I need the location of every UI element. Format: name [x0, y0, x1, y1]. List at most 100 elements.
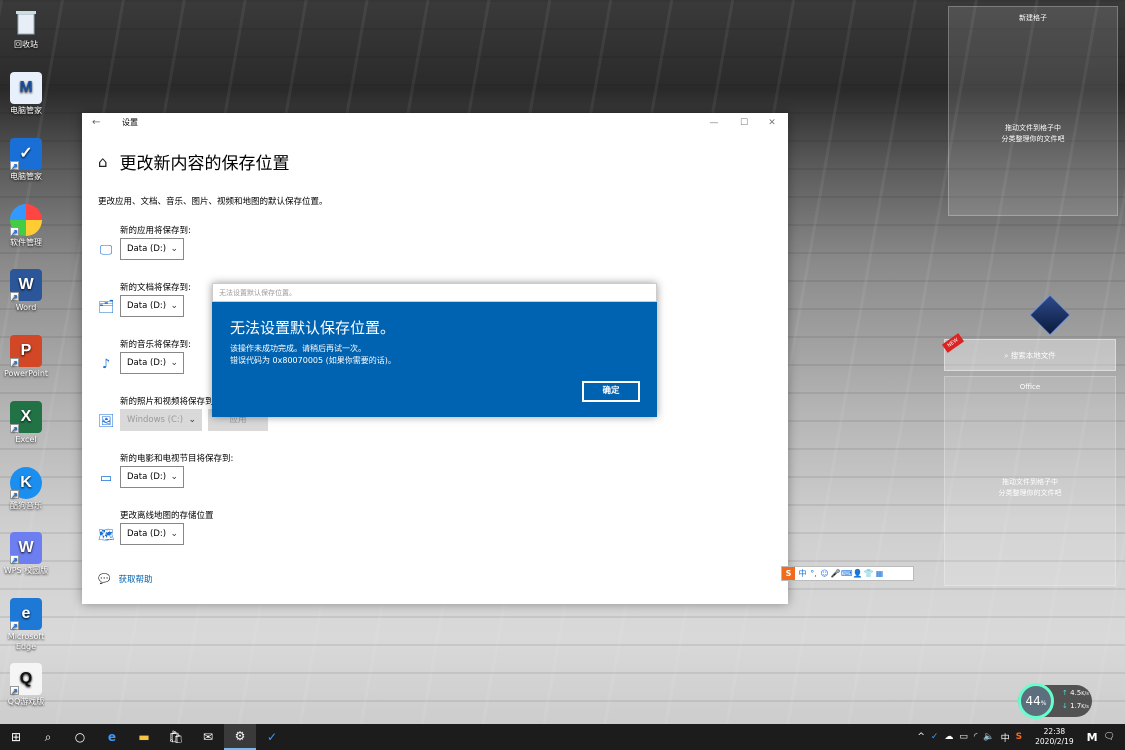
desktop-icon-qq[interactable]: Q ↗ QQ游戏版	[2, 663, 50, 707]
section-label: 新的文档将保存到:	[120, 283, 191, 293]
ok-button[interactable]: 确定	[582, 381, 640, 402]
dropdown-value: Data (D:)	[127, 358, 167, 368]
search-icon: ⌕	[44, 729, 52, 744]
keyboard-icon[interactable]: ⌨	[841, 569, 853, 578]
word-icon: W ↗	[10, 269, 42, 302]
shortcut-arrow-icon: ↗	[10, 358, 19, 368]
cloud-icon[interactable]: ☁	[944, 732, 953, 742]
download-value: 1.7	[1070, 702, 1082, 710]
battery-icon[interactable]: ▭	[959, 732, 968, 742]
close-button[interactable]: ✕	[758, 113, 786, 133]
photos-drive-dropdown[interactable]: Windows (C:) ⌄	[120, 409, 202, 431]
kugou-icon: K ↗	[10, 467, 42, 500]
toolbox-icon[interactable]: ▦	[874, 569, 885, 578]
taskbar-store[interactable]: 🛍	[160, 724, 192, 750]
cortana-circle-icon: ○	[74, 730, 86, 744]
app-manager-icon: ↗	[10, 204, 42, 237]
punctuation-icon[interactable]: °,	[808, 569, 819, 578]
desktop-icon-wps[interactable]: W ↗ WPS 校园版	[2, 532, 50, 576]
minimize-button[interactable]: —	[700, 113, 728, 133]
dialog-heading: 无法设置默认保存位置。	[230, 319, 396, 337]
desktop-icon-app-manager[interactable]: ↗ 软件管理	[2, 204, 50, 248]
mail-icon: ✉	[202, 730, 214, 744]
shortcut-arrow-icon: ↗	[10, 490, 19, 500]
notification-center-icon[interactable]: 🗨	[1104, 732, 1115, 742]
desktop-icon-label: 回收站	[14, 40, 38, 49]
desktop-icon-pc-manager-1[interactable]: M 电脑管家	[2, 72, 50, 116]
page-title: 更改新内容的保存位置	[119, 154, 290, 174]
music-drive-dropdown[interactable]: Data (D:) ⌄	[120, 352, 184, 374]
wifi-icon[interactable]: ◜	[974, 732, 978, 742]
pc-manager-logo-icon[interactable]: M	[1087, 731, 1098, 744]
desktop-icon-powerpoint[interactable]: P ↗ PowerPoint	[2, 335, 50, 379]
tencent-shield-icon: ✓	[266, 730, 278, 744]
desktop-icon-label: 酷狗音乐	[10, 501, 42, 510]
fence-office[interactable]: Office 拖动文件到格子中 分类整理你的文件吧	[944, 376, 1116, 586]
desktop-icon-recycle-bin[interactable]: 回收站	[2, 6, 50, 50]
memory-usage-gauge: 44%	[1018, 683, 1054, 719]
fence-title: 新建格子	[1019, 14, 1047, 22]
desktop-icon-label: Microsoft Edge	[7, 632, 45, 651]
desktop-icon-kugou[interactable]: K ↗ 酷狗音乐	[2, 467, 50, 511]
taskbar-edge[interactable]: e	[96, 724, 128, 750]
emoji-icon[interactable]: ☺	[819, 569, 830, 578]
section-label: 新的音乐将保存到:	[120, 340, 191, 350]
music-note-icon: ♪	[101, 357, 111, 372]
volume-icon[interactable]: 🔈	[983, 732, 994, 742]
sogou-tray-icon[interactable]: S	[1016, 732, 1022, 742]
desktop-icon-label: 电脑管家	[10, 172, 42, 181]
desktop-icon-label: 电脑管家	[10, 106, 42, 115]
folder-icon: ▬	[138, 730, 150, 744]
dropdown-value: Windows (C:)	[127, 415, 184, 425]
upload-speed: ↑ 4.5K/s	[1062, 689, 1089, 697]
documents-folder-icon: 🗂	[98, 300, 115, 315]
documents-drive-dropdown[interactable]: Data (D:) ⌄	[120, 295, 184, 317]
network-speed-widget[interactable]: 44% ↑ 4.5K/s ↓ 1.7K/s	[1018, 683, 1092, 719]
taskbar-pc-manager[interactable]: ✓	[256, 724, 288, 750]
user-icon[interactable]: 👤	[852, 569, 863, 578]
desktop-icon-label: 软件管理	[10, 238, 42, 247]
input-language[interactable]: 中	[1001, 731, 1010, 744]
clock[interactable]: 22:38 2020/2/19	[1035, 727, 1073, 747]
fence-hint: 分类整理你的文件吧	[1001, 135, 1065, 143]
tencent-shield-icon: ✓ ↗	[10, 138, 42, 171]
desktop-icon-edge[interactable]: e ↗ Microsoft Edge	[2, 598, 50, 652]
microphone-icon[interactable]: 🎤	[830, 569, 841, 578]
taskbar: ⊞ ⌕ ○ e ▬ 🛍 ✉ ⚙ ✓ ^ ✓ ☁ ▭ ◜ 🔈 中 S 22:38 …	[0, 724, 1125, 750]
chevron-down-icon: ⌄	[170, 301, 178, 311]
recycle-bin-icon	[10, 6, 42, 38]
apps-drive-dropdown[interactable]: Data (D:) ⌄	[120, 238, 184, 260]
desktop-icon-excel[interactable]: X ↗ Excel	[2, 401, 50, 445]
back-arrow-icon[interactable]: ←	[92, 113, 100, 133]
show-hidden-icons-button[interactable]: ^	[917, 732, 925, 742]
ime-toolbar[interactable]: S 中 °, ☺ 🎤 ⌨ 👤 👕 ▦	[781, 566, 914, 581]
chevron-down-icon: ⌄	[170, 244, 178, 254]
desktop-icon-pc-manager-2[interactable]: ✓ ↗ 电脑管家	[2, 138, 50, 182]
search-button[interactable]: ⌕	[32, 724, 64, 750]
cortana-button[interactable]: ○	[64, 724, 96, 750]
skin-icon[interactable]: 👕	[863, 569, 874, 578]
taskbar-settings[interactable]: ⚙	[224, 724, 256, 750]
local-file-search[interactable]: ⌕ 搜索本地文件	[944, 339, 1116, 371]
usage-unit: %	[1040, 700, 1047, 707]
ime-mode-label[interactable]: 中	[797, 568, 808, 579]
taskbar-file-explorer[interactable]: ▬	[128, 724, 160, 750]
maps-drive-dropdown[interactable]: Data (D:) ⌄	[120, 523, 184, 545]
usage-percent: 44	[1025, 694, 1041, 708]
maximize-button[interactable]: ☐	[730, 113, 758, 133]
get-help-link[interactable]: 💬 获取帮助	[98, 573, 152, 586]
fence-new[interactable]: 新建格子 拖动文件到格子中 分类整理你的文件吧	[948, 6, 1118, 216]
fence-hint: 拖动文件到格子中	[1005, 124, 1061, 132]
start-button[interactable]: ⊞	[0, 724, 32, 750]
chevron-down-icon: ⌄	[188, 415, 196, 425]
pc-manager-tray-icon[interactable]: ✓	[931, 732, 939, 742]
taskbar-mail[interactable]: ✉	[192, 724, 224, 750]
home-icon[interactable]: ⌂	[98, 153, 108, 171]
desktop-icon-label: QQ游戏版	[7, 697, 45, 706]
clock-time: 22:38	[1043, 727, 1066, 736]
movies-drive-dropdown[interactable]: Data (D:) ⌄	[120, 466, 184, 488]
shortcut-arrow-icon: ↗	[10, 292, 19, 302]
sogou-icon: S	[782, 567, 795, 580]
excel-icon: X ↗	[10, 401, 42, 434]
desktop-icon-word[interactable]: W ↗ Word	[2, 269, 50, 313]
